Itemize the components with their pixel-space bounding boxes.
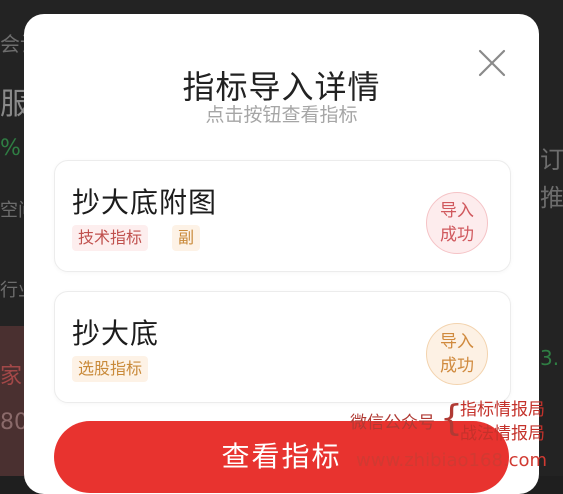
modal-subtitle: 点击按钮查看指标	[205, 104, 358, 126]
watermark-account-label: 微信公众号	[350, 413, 435, 433]
status-line: 导入	[440, 332, 474, 352]
indicator-title: 抄大底附图	[72, 186, 218, 219]
close-icon	[478, 49, 506, 77]
indicator-title: 抄大底	[72, 317, 160, 350]
close-button[interactable]	[476, 47, 508, 79]
watermark-name: 战法情报局	[460, 424, 545, 444]
background-text: 订	[540, 146, 563, 174]
indicator-card[interactable]: 抄大底附图 技术指标 副 导入 成功	[54, 160, 511, 272]
import-status-badge: 导入 成功	[426, 323, 488, 385]
status-line: 成功	[440, 356, 474, 376]
background-band	[0, 326, 24, 476]
indicator-type-tag: 技术指标	[72, 225, 149, 251]
import-status-badge: 导入 成功	[426, 192, 488, 254]
watermark-name: 指标情报局	[460, 400, 545, 420]
status-line: 导入	[440, 201, 474, 221]
background-text: 3.	[540, 346, 560, 370]
indicator-type-tag: 选股指标	[72, 356, 149, 382]
background-text: 推	[540, 184, 563, 212]
status-line: 成功	[440, 225, 474, 245]
indicator-card[interactable]: 抄大底 选股指标 导入 成功	[54, 291, 511, 403]
indicator-subchart-tag: 副	[172, 225, 201, 251]
watermark-url: www.zhibiao168.com	[356, 450, 548, 471]
background-text: 家	[0, 364, 23, 389]
background-text: %	[0, 136, 21, 161]
